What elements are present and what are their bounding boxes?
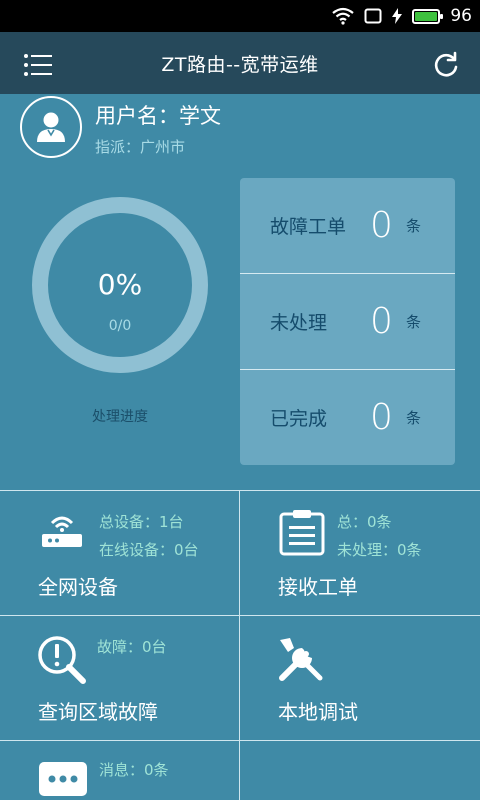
tile-query-faults[interactable]: 故障：0台 查询区域故障 (0, 616, 239, 740)
app-header: ZT路由--宽带运维 (0, 32, 480, 94)
tile-title: 接收工单 (278, 575, 358, 599)
tile-sub-total-devices: 总设备：1台 (99, 513, 184, 531)
user-icon (37, 112, 65, 142)
stat-label: 已完成 (270, 407, 328, 430)
stats-panel: 故障工单 0 条 未处理 0 条 已完成 0 条 (240, 178, 455, 465)
stat-unit: 条 (406, 217, 422, 235)
tile-title: 本地调试 (278, 700, 358, 724)
wifi-icon (332, 7, 355, 25)
tile-messages[interactable]: 消息：0条 (0, 741, 239, 800)
avatar[interactable] (20, 96, 82, 158)
username: 用户名：学文 (95, 104, 221, 128)
stat-label: 故障工单 (270, 216, 347, 238)
stat-row-faults[interactable]: 故障工单 0 条 (240, 178, 455, 273)
tile-local-debug[interactable]: 本地调试 (240, 616, 480, 740)
charging-icon (392, 8, 403, 24)
stat-unit: 条 (406, 408, 422, 427)
status-bar: 96 (0, 0, 480, 32)
page-title: ZT路由--宽带运维 (161, 53, 319, 76)
stat-row-completed[interactable]: 已完成 0 条 (240, 369, 455, 464)
tile-network-devices[interactable]: 总设备：1台 在线设备：0台 全网设备 (0, 491, 239, 615)
router-icon (42, 516, 82, 547)
chat-icon (39, 762, 87, 796)
stat-value: 0 (370, 396, 393, 438)
magnifier-alert-icon (38, 636, 86, 684)
stat-row-pending[interactable]: 未处理 0 条 (240, 273, 455, 368)
tile-sub-pending-orders: 未处理：0条 (337, 541, 422, 559)
tile-receive-orders[interactable]: 总：0条 未处理：0条 接收工单 (240, 491, 480, 615)
progress-label: 处理进度 (92, 409, 148, 425)
stat-unit: 条 (406, 312, 422, 331)
battery-level: 96 (450, 6, 472, 26)
battery-icon (412, 8, 444, 24)
tile-title: 查询区域故障 (38, 700, 158, 724)
menu-icon[interactable] (24, 54, 52, 76)
stat-value: 0 (370, 300, 393, 342)
clipboard-icon (279, 510, 325, 556)
tile-empty (240, 741, 480, 800)
tile-sub-total-orders: 总：0条 (337, 513, 392, 531)
tile-sub-message-count: 消息：0条 (99, 761, 169, 779)
stat-label: 未处理 (270, 311, 328, 334)
tile-sub-fault-count: 故障：0台 (97, 638, 167, 656)
assigned-region: 指派：广州市 (95, 138, 186, 156)
screen-icon (364, 8, 382, 24)
tile-title: 全网设备 (38, 575, 118, 599)
tools-icon (279, 638, 323, 681)
stat-value: 0 (370, 205, 393, 246)
refresh-icon[interactable] (432, 51, 460, 79)
tile-sub-online-devices: 在线设备：0台 (99, 541, 199, 559)
progress-percent: 0% (97, 268, 143, 301)
progress-count: 0/0 (108, 318, 132, 334)
